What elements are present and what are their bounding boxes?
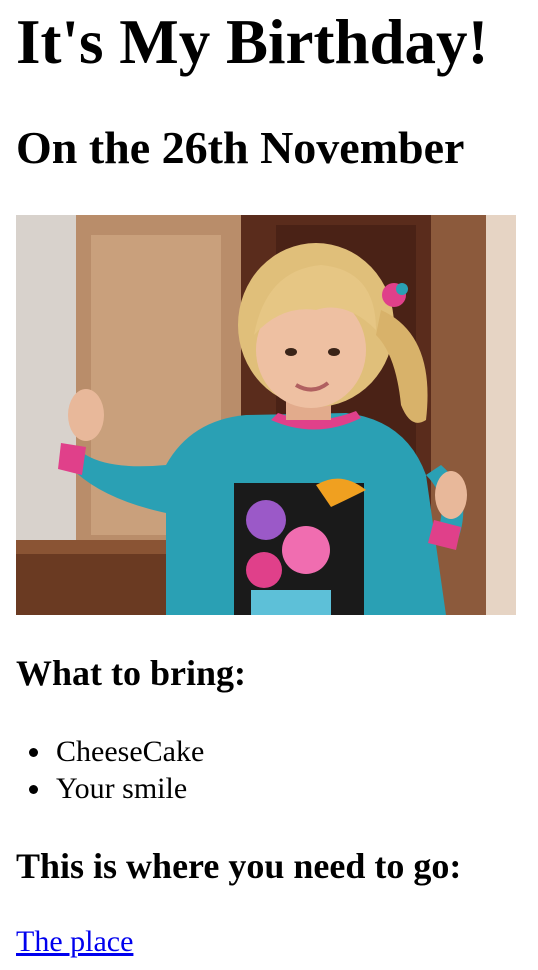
birthday-gif-image: [16, 215, 516, 615]
bring-list: CheeseCake Your smile: [16, 733, 204, 807]
directions-heading: This is where you need to go:: [16, 846, 462, 886]
list-item: Your smile: [29, 770, 204, 807]
bullet-icon: [29, 785, 38, 794]
what-to-bring-heading: What to bring:: [16, 653, 247, 693]
gif-illustration: [16, 215, 516, 615]
list-item-label: CheeseCake: [56, 735, 205, 768]
the-place-link[interactable]: The place: [16, 924, 133, 960]
list-item: CheeseCake: [29, 733, 205, 770]
event-date-heading: On the 26th November: [16, 122, 465, 173]
list-item-label: Your smile: [56, 772, 188, 805]
bullet-icon: [29, 748, 38, 757]
page-title: It's My Birthday!: [16, 7, 489, 77]
